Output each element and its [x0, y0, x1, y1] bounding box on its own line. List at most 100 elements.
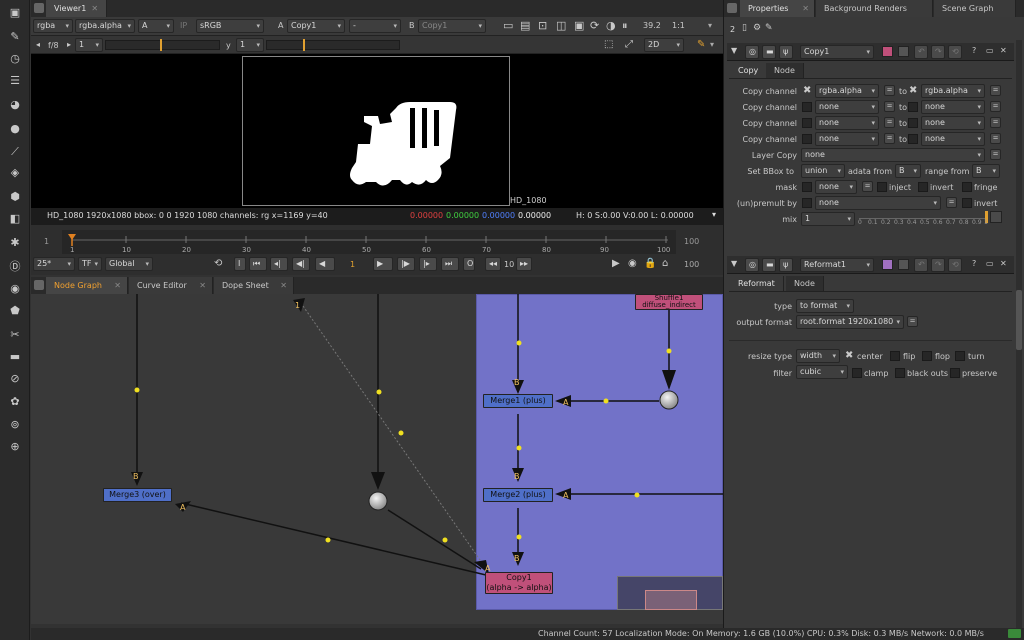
mask-eq[interactable]: =	[862, 181, 873, 192]
fstop-next-icon[interactable]: ▸	[67, 40, 71, 49]
copy-channel-1-to-x-icon[interactable]: ✖	[909, 85, 917, 96]
gain-slider[interactable]	[105, 40, 220, 50]
layer-dropdown[interactable]: rgba.alpha	[75, 19, 135, 33]
properties-scroll-thumb[interactable]	[1016, 290, 1022, 350]
gain-slider-handle[interactable]	[160, 39, 162, 51]
color-icon[interactable]: ◕	[7, 98, 23, 112]
tab-reformat[interactable]: Reformat	[730, 276, 784, 291]
scope-dropdown[interactable]: Global	[105, 257, 153, 271]
fps-dropdown[interactable]: 25*	[33, 257, 75, 271]
timeline-options-icon[interactable]: ⌂	[662, 258, 668, 269]
shuffle1-node[interactable]: Shuffle1 diffuse_indirect	[635, 294, 703, 310]
mask-check[interactable]	[802, 182, 812, 192]
copy1-revert-icon[interactable]: ⟲	[948, 45, 962, 59]
other-icon[interactable]: ▬	[7, 350, 23, 364]
gamma-slider-handle[interactable]	[303, 39, 305, 51]
display-channel-dropdown[interactable]: A	[138, 19, 174, 33]
copy-channel-4-from[interactable]: none	[815, 132, 879, 146]
invert-premult-check[interactable]	[962, 198, 972, 208]
step-value[interactable]: 10	[504, 260, 514, 269]
copy1-icon-color[interactable]	[898, 46, 909, 57]
merge2-node[interactable]: Merge2 (plus)	[483, 488, 553, 502]
clear-panels-icon[interactable]: ▯	[742, 23, 747, 33]
copy-channel-2-check[interactable]	[802, 102, 812, 112]
next-key-button[interactable]: |▸	[419, 257, 437, 271]
tab-copy[interactable]: Copy	[730, 63, 768, 78]
end-field[interactable]: 100	[684, 260, 699, 269]
center-check-icon[interactable]: ✖	[845, 350, 853, 361]
flipbook-icon[interactable]: ▶	[612, 258, 620, 269]
ratio-readout[interactable]: 1:1	[672, 21, 685, 30]
inject-check[interactable]	[877, 182, 887, 192]
time-icon[interactable]: ◷	[7, 52, 23, 66]
reformat1-view-icon[interactable]: ◎	[745, 258, 759, 272]
lock-icon[interactable]: 🔒	[644, 258, 656, 269]
collapse-copy1-icon[interactable]: ▼	[731, 46, 737, 55]
loop-icon[interactable]: ⟲	[214, 258, 222, 269]
tab-background-renders[interactable]: Background Renders	[816, 0, 933, 17]
render-icon[interactable]: ◑	[606, 19, 616, 32]
3d-icon[interactable]: ◧	[7, 212, 23, 226]
refresh-icon[interactable]: ⟳	[590, 19, 599, 32]
timeline-start[interactable]: 1	[44, 237, 49, 246]
copy-channel-4-to-check[interactable]	[908, 134, 918, 144]
mix-curve-icon[interactable]	[990, 211, 1002, 223]
black-outside-check[interactable]	[895, 368, 905, 378]
copy-channel-2-to-eq[interactable]: =	[990, 101, 1001, 112]
float-panels-icon[interactable]: ⚙	[753, 23, 761, 33]
reformat1-float-icon[interactable]: ▭	[986, 259, 994, 268]
play-back-button[interactable]: ◀	[315, 257, 335, 271]
roi-icon[interactable]: ▤	[520, 19, 530, 32]
prev-frame-button[interactable]: ◀|	[292, 257, 310, 271]
more-2-icon[interactable]: ▾	[710, 40, 714, 49]
wipe-dropdown[interactable]: -	[349, 19, 401, 33]
max-panels-count[interactable]: 2	[730, 25, 735, 34]
copy1-float-icon[interactable]: ▭	[986, 46, 994, 55]
input-a-dropdown[interactable]: Copy1	[287, 19, 345, 33]
gamma-slider[interactable]	[266, 40, 400, 50]
draw-icon[interactable]: ✎	[7, 30, 23, 44]
copy-channel-2-to[interactable]: none	[921, 100, 985, 114]
tab-curve-editor[interactable]: Curve Editor ✕	[129, 277, 213, 294]
merge-icon[interactable]: ◈	[7, 166, 23, 180]
copy-channel-2-from[interactable]: none	[815, 100, 879, 114]
reformat1-disable-icon[interactable]: ▬	[762, 258, 776, 272]
prev-key-button[interactable]: ◂|	[270, 257, 288, 271]
lock-panels-icon[interactable]: ✎	[765, 23, 773, 33]
copy-channel-4-check[interactable]	[802, 134, 812, 144]
copy1-view-icon[interactable]: ◎	[745, 45, 759, 59]
invert-mask-check[interactable]	[918, 182, 928, 192]
reformat1-props-icon[interactable]: ψ	[779, 258, 793, 272]
copy-channel-1-from[interactable]: rgba.alpha	[815, 84, 879, 98]
pause-icon[interactable]: ⏸	[622, 19, 628, 33]
deep-icon[interactable]: Ⓓ	[7, 260, 23, 274]
pane-menu-icon[interactable]	[34, 3, 44, 13]
step-forward-button[interactable]: ▸▸	[516, 257, 532, 271]
nukex-icon[interactable]: ⊚	[7, 418, 23, 432]
mask-dropdown[interactable]: none	[815, 180, 857, 194]
copy1-name-field[interactable]: Copy1	[800, 45, 874, 59]
particles-icon[interactable]: ✱	[7, 236, 23, 250]
in-point-button[interactable]: I	[234, 257, 246, 271]
type-dropdown[interactable]: to format	[796, 299, 854, 313]
reformat1-undo-icon[interactable]: ↶	[914, 258, 928, 272]
reformat1-help-icon[interactable]: ?	[972, 259, 976, 268]
output-format-eq[interactable]: =	[907, 316, 918, 327]
turn-check[interactable]	[955, 351, 965, 361]
mix-field[interactable]: 1	[801, 212, 855, 226]
clamp-check[interactable]	[852, 368, 862, 378]
merge1-node[interactable]: Merge1 (plus)	[483, 394, 553, 408]
copy1-props-icon[interactable]: ψ	[779, 45, 793, 59]
copy1-close-icon[interactable]: ✕	[1000, 46, 1007, 55]
overlay-icon[interactable]: ▭	[503, 19, 513, 32]
minimap-viewport[interactable]	[645, 590, 697, 610]
channel-icon[interactable]: ☰	[7, 74, 23, 88]
copy1-undo-icon[interactable]: ↶	[914, 45, 928, 59]
copy-channel-3-check[interactable]	[802, 118, 812, 128]
next-frame-button[interactable]: |▶	[397, 257, 415, 271]
toolsets-icon[interactable]: ✂	[7, 328, 23, 342]
copy-channel-3-to-check[interactable]	[908, 118, 918, 128]
premult-eq[interactable]: =	[946, 197, 957, 208]
gain-field[interactable]: 1	[75, 38, 103, 52]
filter-icon[interactable]: ●	[7, 122, 23, 136]
